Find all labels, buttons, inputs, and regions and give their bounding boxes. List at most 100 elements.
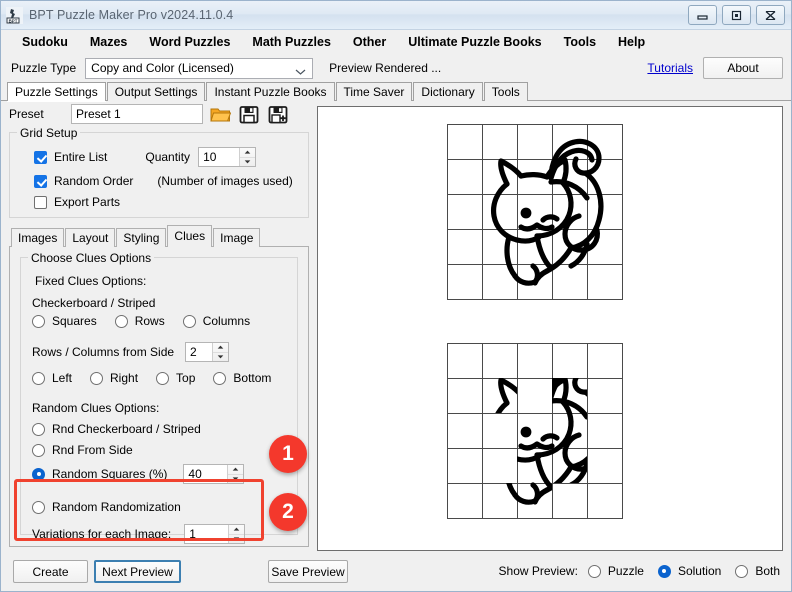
tab-puzzle-settings[interactable]: Puzzle Settings xyxy=(7,82,106,101)
tab-tools[interactable]: Tools xyxy=(484,82,528,101)
save-icon[interactable] xyxy=(237,102,261,126)
inner-tab-layout[interactable]: Layout xyxy=(65,228,115,247)
show-preview-label: Show Preview: xyxy=(499,564,578,578)
quantity-stepper[interactable]: 10 xyxy=(198,147,256,167)
show-preview-option-solution[interactable]: Solution xyxy=(658,564,721,578)
radio-top[interactable] xyxy=(156,372,169,385)
grid-cell xyxy=(553,265,588,300)
puzzle-type-combobox[interactable]: Copy and Color (Licensed) xyxy=(85,58,313,79)
radio-bottom[interactable] xyxy=(213,372,226,385)
radio-rnd-checkerboard[interactable] xyxy=(32,423,45,436)
inner-tab-image[interactable]: Image xyxy=(213,228,260,247)
grid-cell xyxy=(483,195,518,230)
grid-cell xyxy=(588,379,623,414)
grid-cell xyxy=(553,125,588,160)
export-parts-row[interactable]: Export Parts xyxy=(34,195,300,209)
rnd-from-side-row[interactable]: Rnd From Side xyxy=(32,443,289,457)
grid-cell xyxy=(553,195,588,230)
quantity-up-arrow[interactable] xyxy=(240,148,255,158)
tab-dictionary[interactable]: Dictionary xyxy=(413,82,482,101)
radio-right[interactable] xyxy=(90,372,103,385)
export-parts-checkbox[interactable] xyxy=(34,196,47,209)
quantity-label: Quantity xyxy=(145,150,190,164)
inner-tab-styling[interactable]: Styling xyxy=(116,228,166,247)
show-preview-option-puzzle[interactable]: Puzzle xyxy=(588,564,644,578)
quantity-arrows[interactable] xyxy=(239,148,255,166)
tab-output-settings[interactable]: Output Settings xyxy=(107,82,206,101)
grid-cell xyxy=(518,344,553,379)
radio-left[interactable] xyxy=(32,372,45,385)
random-order-checkbox[interactable] xyxy=(34,175,47,188)
radio-show-puzzle[interactable] xyxy=(588,565,601,578)
grid-cell xyxy=(483,160,518,195)
grid-row xyxy=(448,379,623,414)
menu-item-help[interactable]: Help xyxy=(607,33,656,51)
menu-item-word-puzzles[interactable]: Word Puzzles xyxy=(138,33,241,51)
menu-item-ultimate-puzzle-books[interactable]: Ultimate Puzzle Books xyxy=(397,33,552,51)
random-squares-up-arrow[interactable] xyxy=(228,465,243,475)
window-controls xyxy=(688,5,785,25)
grid-cell xyxy=(553,379,588,414)
rows-cols-from-side-label: Rows / Columns from Side xyxy=(32,345,174,359)
grid-row xyxy=(448,449,623,484)
grid-cell xyxy=(553,414,588,449)
entire-list-checkbox[interactable] xyxy=(34,151,47,164)
radio-show-both[interactable] xyxy=(735,565,748,578)
grid-cell xyxy=(448,125,483,160)
save-preview-button[interactable]: Save Preview xyxy=(268,560,348,583)
close-button[interactable] xyxy=(756,5,785,25)
rows-cols-down-arrow[interactable] xyxy=(213,353,228,362)
grid-cell xyxy=(518,160,553,195)
about-button[interactable]: About xyxy=(703,57,783,79)
quantity-value[interactable]: 10 xyxy=(199,148,239,166)
menu-item-mazes[interactable]: Mazes xyxy=(79,33,139,51)
tab-time-saver[interactable]: Time Saver xyxy=(336,82,413,101)
preset-input[interactable]: Preset 1 xyxy=(71,104,203,124)
minimize-button[interactable] xyxy=(688,5,717,25)
rows-cols-value[interactable]: 2 xyxy=(186,343,212,361)
radio-columns[interactable] xyxy=(183,315,196,328)
rnd-checkerboard-row[interactable]: Rnd Checkerboard / Striped xyxy=(32,422,289,436)
grid-cell xyxy=(553,160,588,195)
grid-row xyxy=(448,265,623,300)
rows-cols-up-arrow[interactable] xyxy=(213,343,228,353)
grid-cell xyxy=(518,195,553,230)
maximize-button[interactable] xyxy=(722,5,751,25)
menu-item-other[interactable]: Other xyxy=(342,33,397,51)
tutorials-link[interactable]: Tutorials xyxy=(647,61,693,75)
grid-cell xyxy=(518,230,553,265)
next-preview-button[interactable]: Next Preview xyxy=(94,560,181,583)
preview-panel[interactable] xyxy=(317,106,783,551)
show-preview-option-both[interactable]: Both xyxy=(735,564,780,578)
quantity-down-arrow[interactable] xyxy=(240,158,255,167)
create-button[interactable]: Create xyxy=(13,560,88,583)
inner-tab-clues[interactable]: Clues xyxy=(167,225,212,247)
grid-cell xyxy=(588,449,623,484)
puzzle-type-row: Puzzle Type Copy and Color (Licensed) Pr… xyxy=(1,54,791,82)
grid-cell xyxy=(553,484,588,519)
save-as-icon[interactable] xyxy=(266,102,290,126)
grid-cell xyxy=(483,484,518,519)
grid-cell xyxy=(518,379,553,414)
random-order-row[interactable]: Random Order (Number of images used) xyxy=(34,174,300,188)
grid-cell xyxy=(553,344,588,379)
random-order-label: Random Order xyxy=(54,174,133,188)
tab-instant-puzzle-books[interactable]: Instant Puzzle Books xyxy=(206,82,334,101)
radio-rows[interactable] xyxy=(115,315,128,328)
grid-cell xyxy=(483,265,518,300)
rows-cols-stepper[interactable]: 2 xyxy=(185,342,229,362)
grid-cell xyxy=(588,125,623,160)
rows-cols-arrows[interactable] xyxy=(212,343,228,361)
menu-item-math-puzzles[interactable]: Math Puzzles xyxy=(241,33,342,51)
annotation-badge-2: 2 xyxy=(269,493,307,531)
entire-list-row[interactable]: Entire List Quantity 10 xyxy=(34,147,300,167)
menu-item-sudoku[interactable]: Sudoku xyxy=(11,33,79,51)
radio-show-solution[interactable] xyxy=(658,565,671,578)
radio-rnd-checkerboard-label: Rnd Checkerboard / Striped xyxy=(52,422,201,436)
radio-rnd-from-side[interactable] xyxy=(32,444,45,457)
inner-tab-images[interactable]: Images xyxy=(11,228,64,247)
menu-item-tools[interactable]: Tools xyxy=(553,33,607,51)
window-title: BPT Puzzle Maker Pro v2024.11.0.4 xyxy=(29,8,233,22)
radio-squares[interactable] xyxy=(32,315,45,328)
folder-open-icon[interactable] xyxy=(208,102,232,126)
